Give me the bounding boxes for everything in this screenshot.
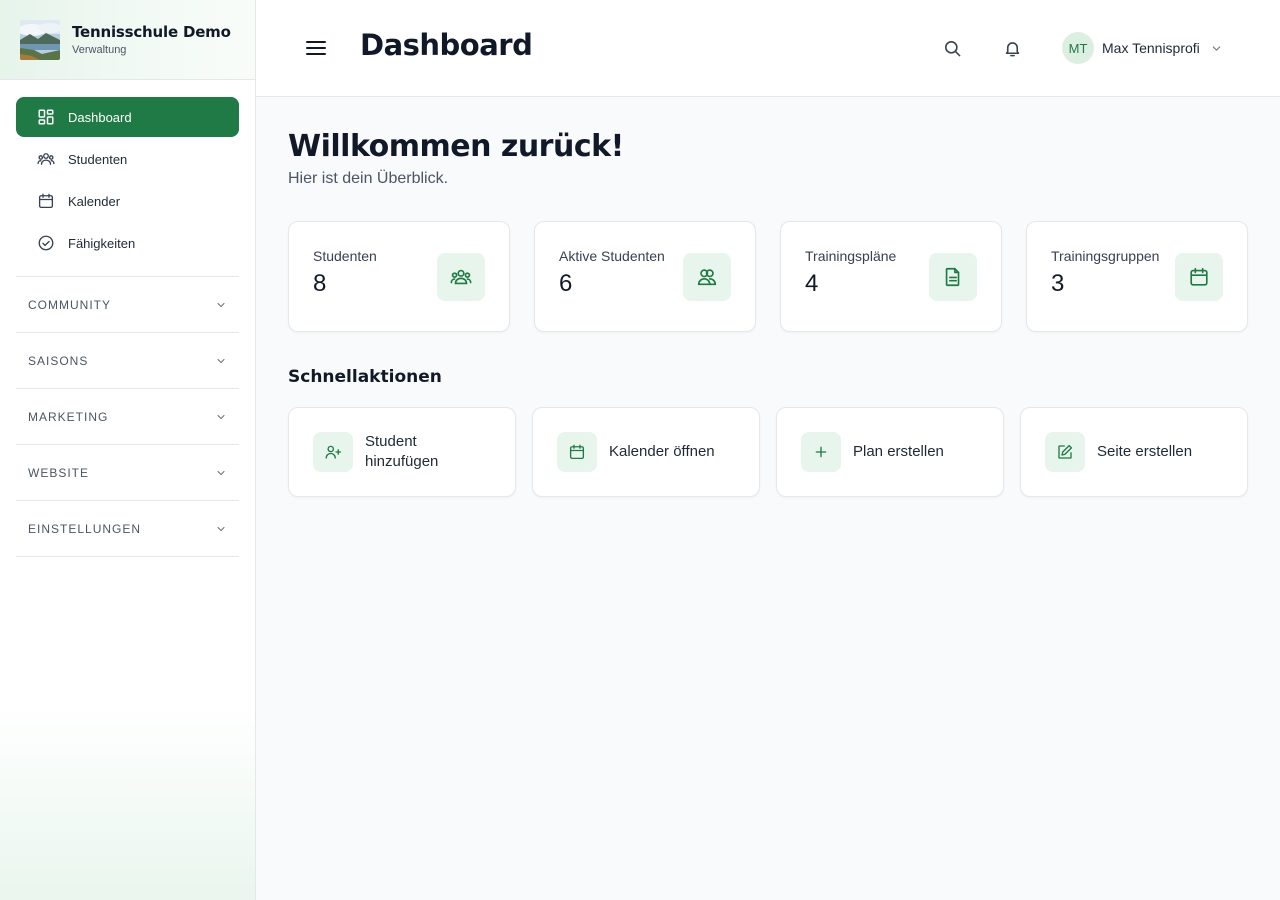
quick-action-label: Seite erstellen (1097, 443, 1193, 460)
welcome-heading: Willkommen zurück! (288, 129, 624, 164)
quick-actions-row: Student hinzufügen Kalender öffnen Plan … (288, 407, 1248, 497)
page-title: Dashboard (360, 28, 533, 62)
bell-icon[interactable] (1000, 36, 1024, 60)
document-icon (929, 253, 977, 301)
calendar-icon (557, 432, 597, 472)
user-name: Max Tennisprofi (1102, 40, 1200, 56)
sidebar-section-community[interactable]: COMMUNITY (16, 277, 239, 333)
avatar: MT (1062, 32, 1094, 64)
plus-icon (801, 432, 841, 472)
stats-row: Studenten 8 Aktive Studenten 6 Trainings… (288, 221, 1248, 332)
create-page-button[interactable]: Seite erstellen (1020, 407, 1248, 497)
section-label: COMMUNITY (28, 297, 111, 312)
quick-action-label: Student hinzufügen (365, 432, 438, 472)
chevron-down-icon (215, 355, 227, 367)
sidebar-item-label: Dashboard (68, 109, 132, 125)
user-menu[interactable]: MT Max Tennisprofi (1062, 32, 1223, 64)
main-content: Willkommen zurück! Hier ist dein Überbli… (288, 97, 1248, 497)
top-header: Dashboard MT Max Tennisprofi (256, 0, 1280, 97)
users-icon (37, 150, 55, 168)
sidebar-item-dashboard[interactable]: Dashboard (16, 97, 239, 137)
brand-logo (20, 19, 60, 60)
sidebar-item-faehigkeiten[interactable]: Fähigkeiten (16, 223, 239, 263)
stat-card-trainingsgruppen: Trainingsgruppen 3 (1026, 221, 1248, 332)
chevron-down-icon (215, 523, 227, 535)
sidebar-section-website[interactable]: WEBSITE (16, 445, 239, 501)
users-active-icon (683, 253, 731, 301)
stat-card-trainingsplaene: Trainingspläne 4 (780, 221, 1002, 332)
calendar-icon (37, 192, 55, 210)
quick-action-label: Kalender öffnen (609, 443, 715, 460)
quick-actions-title: Schnellaktionen (288, 367, 442, 387)
section-label: MARKETING (28, 409, 109, 424)
user-plus-icon (313, 432, 353, 472)
section-label: SAISONS (28, 353, 89, 368)
chevron-down-icon (215, 299, 227, 311)
stat-card-aktive-studenten: Aktive Studenten 6 (534, 221, 756, 332)
chevron-down-icon (1210, 42, 1223, 55)
dashboard-icon (37, 108, 55, 126)
sidebar-item-label: Fähigkeiten (68, 235, 136, 251)
sidebar-section-marketing[interactable]: MARKETING (16, 389, 239, 445)
section-label: EINSTELLUNGEN (28, 521, 142, 536)
add-student-button[interactable]: Student hinzufügen (288, 407, 516, 497)
chevron-down-icon (215, 467, 227, 479)
brand-subtitle: Verwaltung (72, 44, 127, 56)
quick-action-label: Plan erstellen (853, 443, 944, 460)
sidebar-section-saisons[interactable]: SAISONS (16, 333, 239, 389)
check-circle-icon (37, 234, 55, 252)
sidebar-item-label: Studenten (68, 151, 128, 167)
search-icon[interactable] (940, 36, 964, 60)
section-label: WEBSITE (28, 465, 90, 480)
brand-title: Tennisschule Demo (72, 23, 231, 41)
sidebar-item-label: Kalender (68, 193, 121, 209)
open-calendar-button[interactable]: Kalender öffnen (532, 407, 760, 497)
sidebar-item-studenten[interactable]: Studenten (16, 139, 239, 179)
welcome-subtitle: Hier ist dein Überblick. (288, 170, 449, 187)
sidebar-nav: Dashboard Studenten Kalender Fähigkeiten (0, 80, 255, 263)
sidebar-item-kalender[interactable]: Kalender (16, 181, 239, 221)
create-plan-button[interactable]: Plan erstellen (776, 407, 1004, 497)
label-line-2: hinzufügen (365, 453, 439, 470)
sidebar-section-einstellungen[interactable]: EINSTELLUNGEN (16, 501, 239, 557)
brand[interactable]: Tennisschule Demo Verwaltung (0, 0, 255, 80)
menu-icon[interactable] (304, 36, 328, 60)
label-line-1: Student (365, 433, 417, 450)
users-group-icon (437, 253, 485, 301)
edit-icon (1045, 432, 1085, 472)
chevron-down-icon (215, 411, 227, 423)
calendar-icon (1175, 253, 1223, 301)
stat-card-studenten: Studenten 8 (288, 221, 510, 332)
sidebar: Tennisschule Demo Verwaltung Dashboard S… (0, 0, 256, 900)
